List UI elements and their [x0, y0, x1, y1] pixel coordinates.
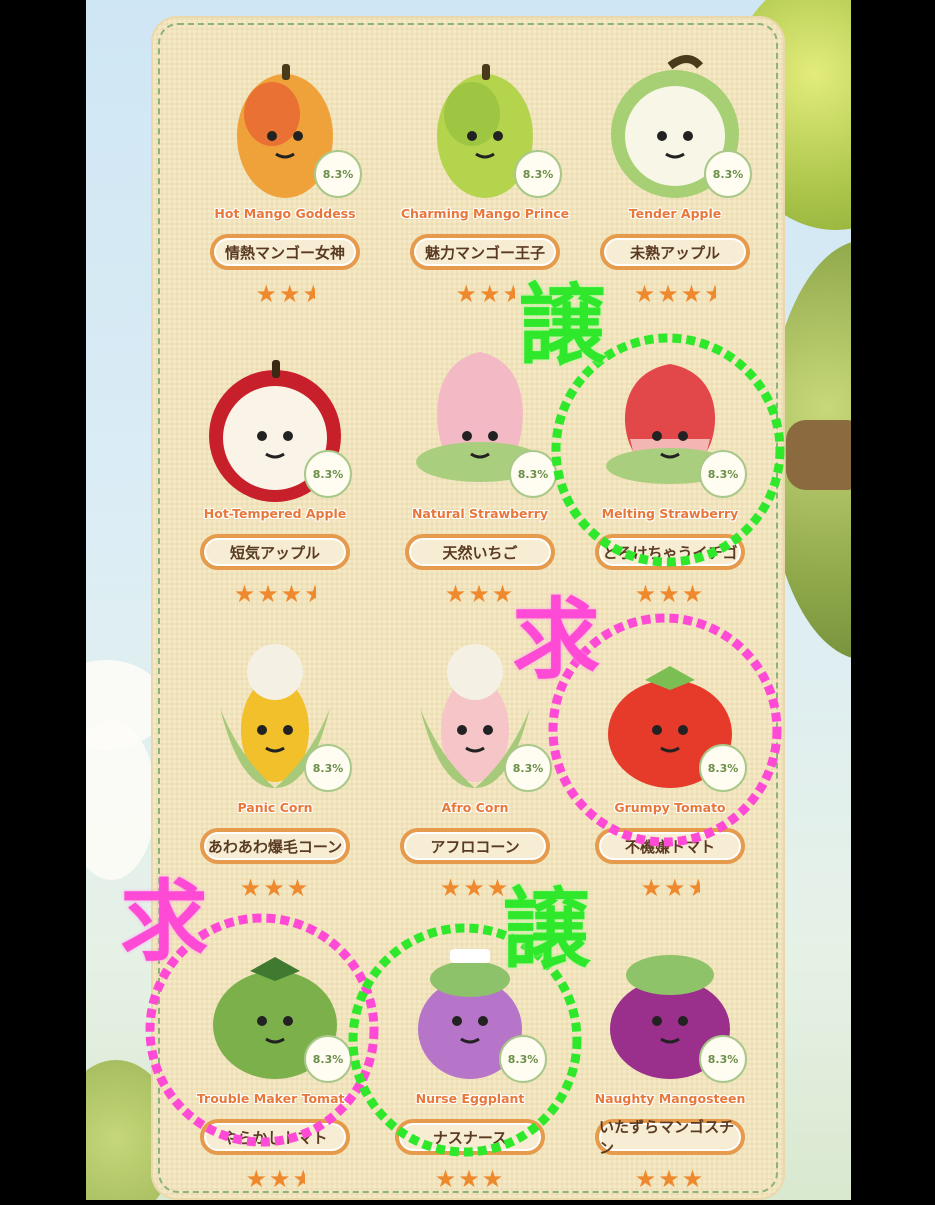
star-icon: ★	[279, 280, 303, 308]
rarity-stars: ★★★★	[180, 580, 370, 608]
star-icon: ★	[233, 580, 258, 608]
item-name-jp: アフロコーン	[400, 828, 550, 864]
item-name-jp: とろけちゃうイチゴ	[595, 534, 745, 570]
cloud	[86, 720, 156, 880]
rarity-stars: ★★★	[180, 874, 370, 902]
item-name-en: Grumpy Tomato	[614, 800, 726, 815]
item-name-jp: 天然いちご	[405, 534, 555, 570]
half-star-icon: ★	[303, 280, 315, 308]
star-icon: ★	[640, 874, 664, 902]
star-icon: ★	[658, 1165, 682, 1193]
half-star-icon: ★	[304, 580, 316, 608]
item-name-en: Charming Mango Prince	[400, 206, 570, 221]
star-icon: ★	[664, 874, 688, 902]
star-icon: ★	[263, 874, 287, 902]
probability-badge: 8.3%	[699, 450, 747, 498]
star-icon: ★	[444, 580, 469, 608]
star-icon: ★	[681, 1165, 706, 1193]
star-icon: ★	[680, 280, 705, 308]
rarity-stars: ★★★	[575, 874, 765, 902]
item-name-en: Tender Apple	[628, 206, 722, 221]
rarity-stars: ★★★	[180, 1165, 370, 1193]
lineup-item: 8.3% Hot Mango Goddess 情熱マンゴー女神 ★★★	[190, 30, 380, 320]
star-icon: ★	[658, 580, 682, 608]
item-name-en: Naughty Mangosteen	[594, 1091, 746, 1106]
star-icon: ★	[239, 874, 264, 902]
star-icon: ★	[479, 280, 503, 308]
item-name-jp: 不機嫌トマト	[595, 828, 745, 864]
star-icon: ★	[634, 580, 659, 608]
half-star-icon: ★	[688, 874, 700, 902]
item-name-en: Afro Corn	[441, 800, 509, 815]
item-name-en: Melting Strawberry	[601, 506, 739, 521]
star-icon: ★	[269, 1165, 293, 1193]
probability-badge: 8.3%	[304, 450, 352, 498]
star-icon: ★	[634, 1165, 659, 1193]
lineup-item: 8.3% Trouble Maker Tomato やらかしトマト ★★★	[180, 915, 370, 1205]
probability-badge: 8.3%	[504, 744, 552, 792]
star-icon: ★	[257, 580, 281, 608]
item-name-en: Nurse Eggplant	[415, 1091, 525, 1106]
star-icon: ★	[286, 874, 311, 902]
lineup-item: 8.3% Tender Apple 未熟アップル ★★★★	[580, 30, 770, 320]
lineup-item: 8.3% Naughty Mangosteen いたずらマンゴスチン ★★★	[575, 915, 765, 1205]
lineup-item: 8.3% Grumpy Tomato 不機嫌トマト ★★★	[575, 624, 765, 914]
star-icon: ★	[458, 1165, 482, 1193]
item-name-jp: ナスナース	[395, 1119, 545, 1155]
probability-badge: 8.3%	[499, 1035, 547, 1083]
item-name-en: Hot Mango Goddess	[214, 206, 356, 221]
rarity-stars: ★★★★	[580, 280, 770, 308]
item-name-jp: いたずらマンゴスチン	[595, 1118, 745, 1157]
item-name-jp: あわあわ爆毛コーン	[200, 828, 350, 864]
star-icon: ★	[245, 1165, 269, 1193]
star-icon: ★	[657, 280, 681, 308]
lineup-item: 8.3% Panic Corn あわあわ爆毛コーン ★★★	[180, 624, 370, 914]
star-icon: ★	[439, 874, 464, 902]
star-icon: ★	[280, 580, 305, 608]
star-icon: ★	[455, 280, 479, 308]
item-name-jp: やらかしトマト	[200, 1119, 350, 1155]
star-icon: ★	[681, 580, 706, 608]
half-star-icon: ★	[293, 1165, 305, 1193]
want-mark: 求	[120, 870, 209, 973]
probability-badge: 8.3%	[514, 150, 562, 198]
item-name-jp: 情熱マンゴー女神	[210, 234, 360, 270]
probability-badge: 8.3%	[314, 150, 362, 198]
star-icon: ★	[468, 580, 492, 608]
item-name-jp: 短気アップル	[200, 534, 350, 570]
rarity-stars: ★★★	[375, 1165, 565, 1193]
item-name-jp: 未熟アップル	[600, 234, 750, 270]
item-name-en: Trouble Maker Tomato	[196, 1091, 354, 1106]
star-icon: ★	[434, 1165, 459, 1193]
star-icon: ★	[255, 280, 279, 308]
star-icon: ★	[633, 280, 658, 308]
item-name-jp: 魅力マンゴー王子	[410, 234, 560, 270]
probability-badge: 8.3%	[699, 744, 747, 792]
half-star-icon: ★	[503, 280, 515, 308]
probability-badge: 8.3%	[304, 1035, 352, 1083]
lineup-item: 8.3% Hot-Tempered Apple 短気アップル ★★★★	[180, 330, 370, 620]
probability-badge: 8.3%	[699, 1035, 747, 1083]
give-mark: 譲	[518, 274, 607, 377]
rarity-stars: ★★★	[575, 1165, 765, 1193]
half-star-icon: ★	[704, 280, 716, 308]
rarity-stars: ★★★	[190, 280, 380, 308]
star-icon: ★	[463, 874, 487, 902]
probability-badge: 8.3%	[509, 450, 557, 498]
star-icon: ★	[481, 1165, 506, 1193]
item-name-en: Natural Strawberry	[411, 506, 549, 521]
probability-badge: 8.3%	[304, 744, 352, 792]
probability-badge: 8.3%	[704, 150, 752, 198]
item-name-en: Panic Corn	[237, 800, 313, 815]
rarity-stars: ★★★	[575, 580, 765, 608]
item-name-en: Hot-Tempered Apple	[203, 506, 347, 521]
tree-trunk	[786, 420, 851, 490]
want-mark: 求	[512, 588, 601, 691]
give-mark: 譲	[502, 878, 591, 981]
